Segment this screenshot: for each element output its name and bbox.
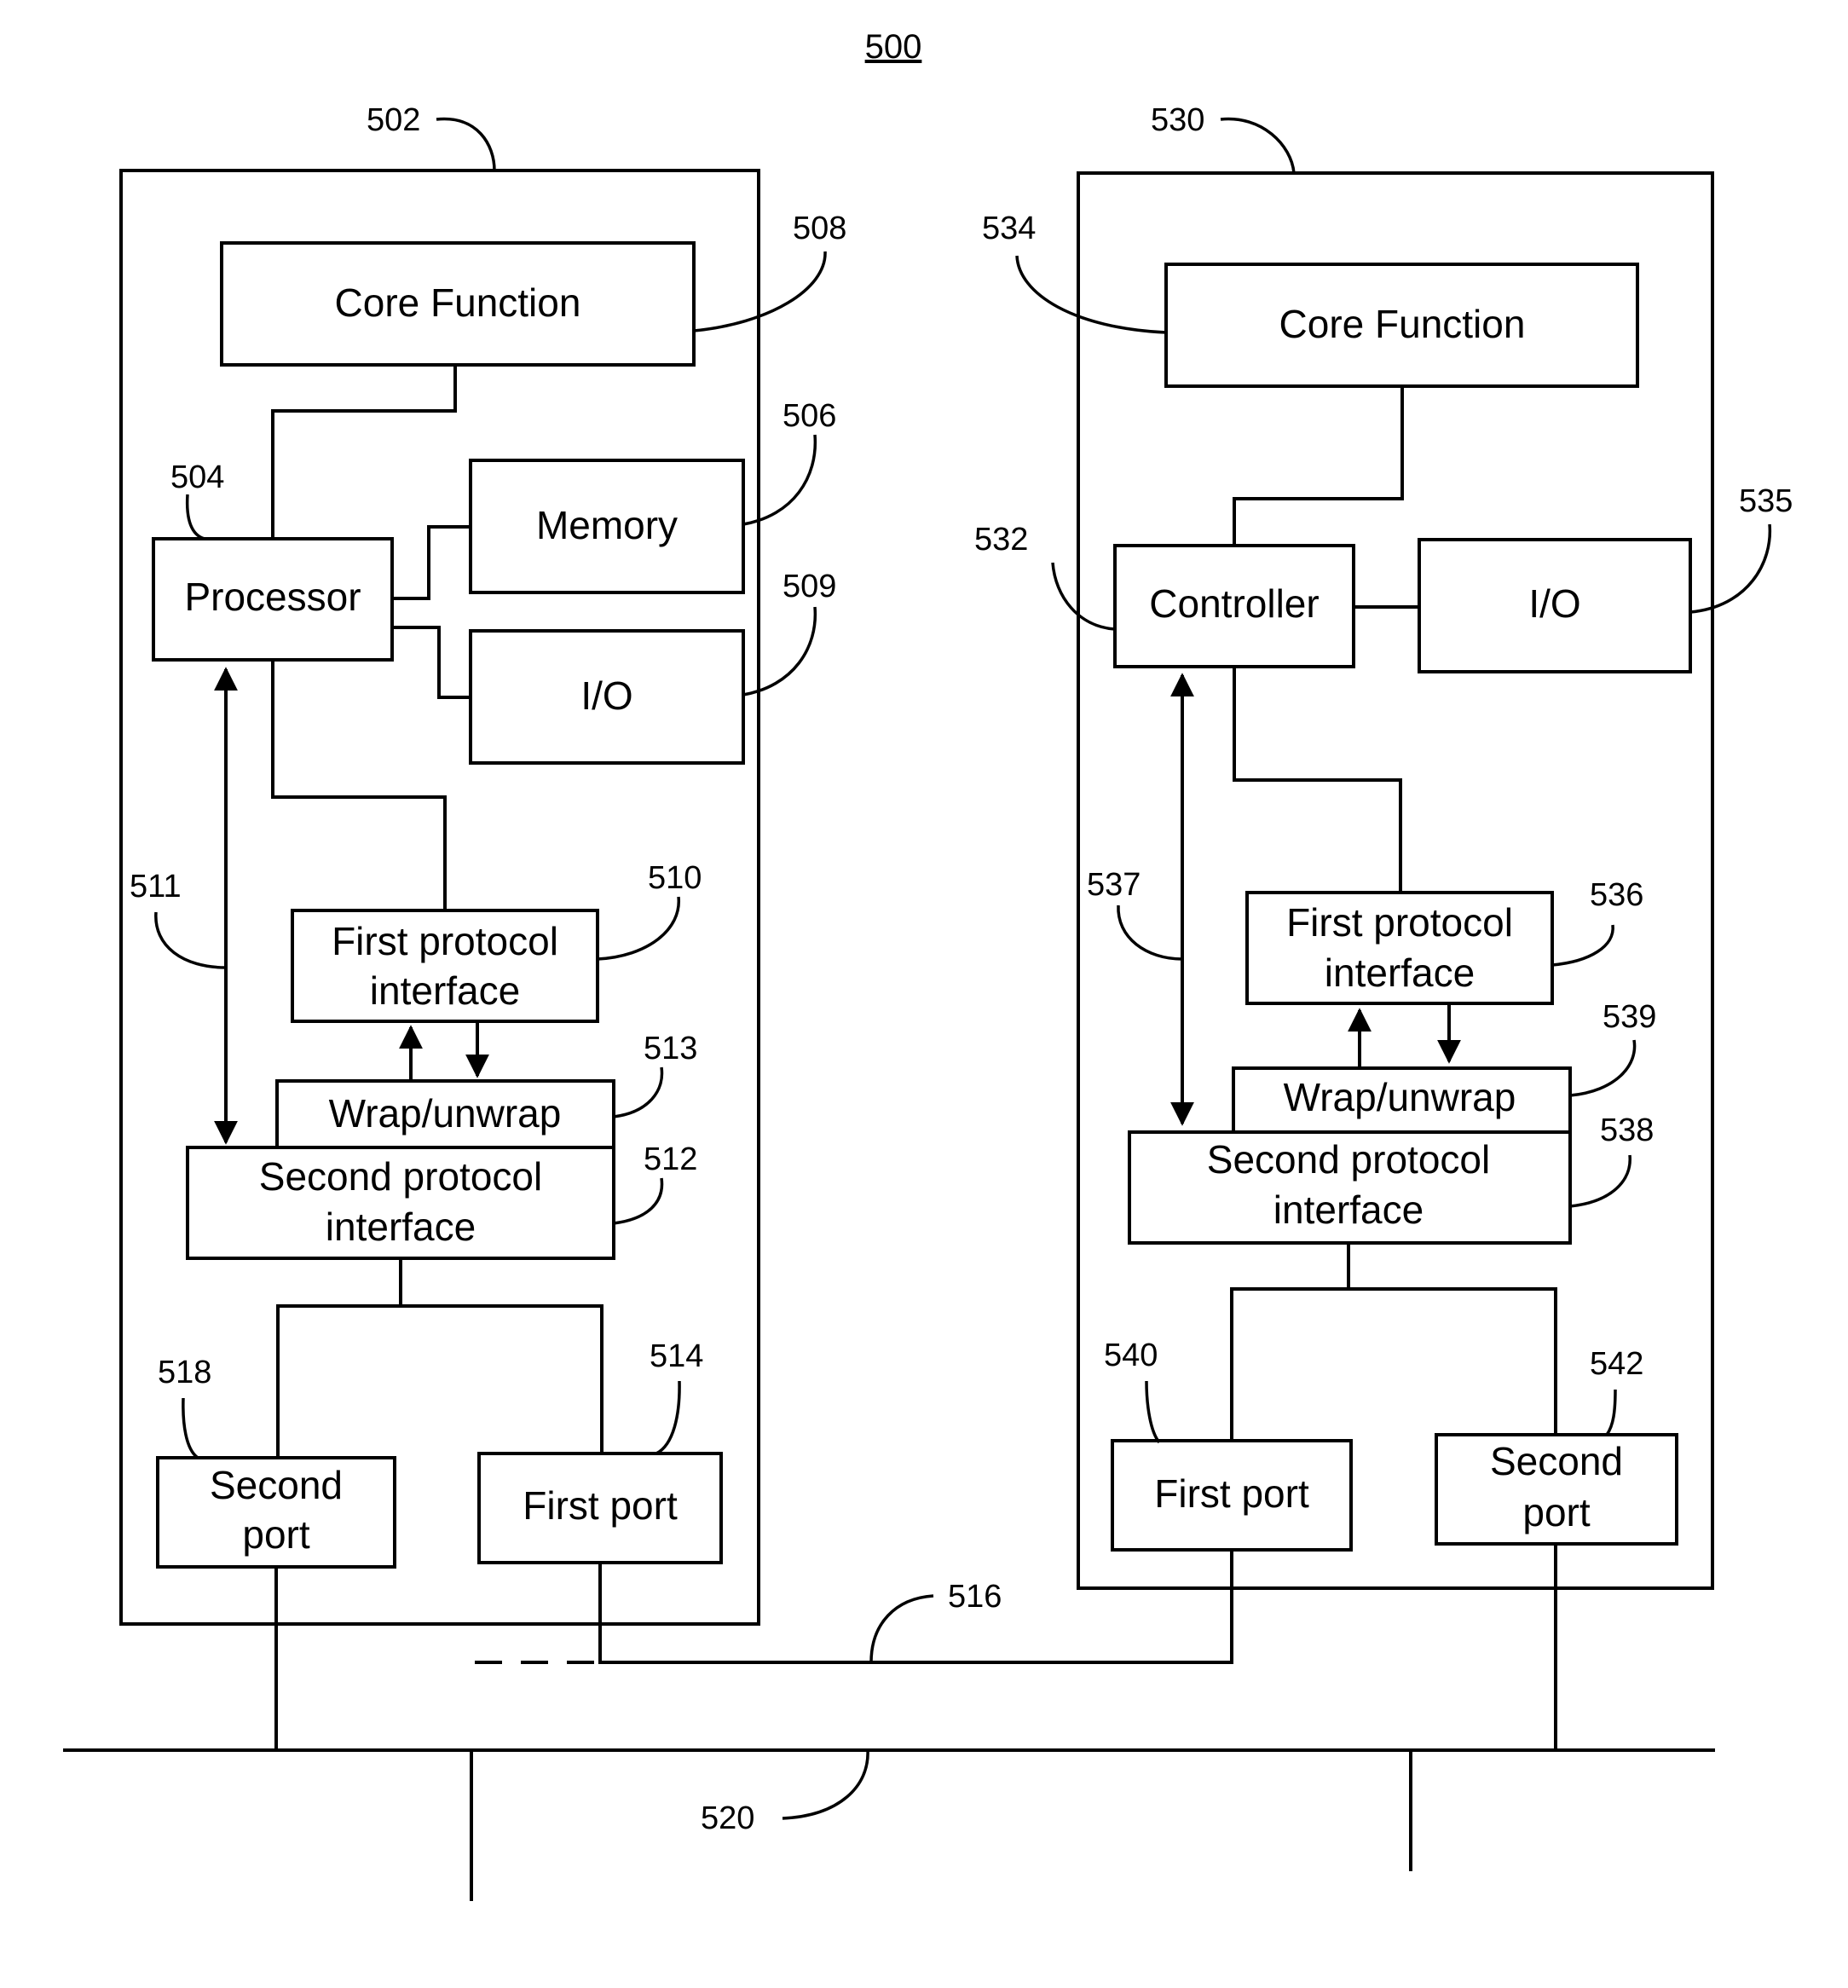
wrap-unwrap-label-left: Wrap/unwrap [329,1091,562,1136]
leader-537 [1117,904,1183,961]
ref-532: 532 [974,522,1028,558]
second-port-line1-right: Second [1490,1439,1623,1483]
wire-processor-memory [392,525,471,600]
ref-540: 540 [1104,1338,1158,1373]
leader-532 [1051,562,1116,631]
memory-label: Memory [536,503,678,547]
ref-535: 535 [1739,483,1793,519]
wire-controller-fpi [1233,667,1402,893]
ref-530: 530 [1151,102,1204,138]
link-first-ports [598,1550,1233,1664]
ref-539: 539 [1603,999,1656,1035]
spi-line2-left: interface [326,1205,476,1249]
ref-534: 534 [982,211,1036,246]
ref-504: 504 [170,459,224,495]
leader-513 [613,1066,664,1118]
ref-542: 542 [1590,1346,1643,1382]
first-port-label-left: First port [523,1483,678,1528]
leader-516 [869,1594,934,1663]
spi-line1-right: Second protocol [1207,1137,1490,1182]
leader-542 [1605,1389,1617,1436]
ref-516: 516 [948,1579,1002,1615]
core-function-label-right: Core Function [1279,302,1526,346]
wire-processor-fpi [271,660,447,910]
ref-509: 509 [783,569,836,604]
ref-511: 511 [130,869,182,904]
leader-534 [1015,255,1167,334]
device-left: 502 Core Function 508 Processor 504 Memo… [119,102,846,1626]
wire-spi-ports-left [276,1258,603,1458]
io-label-right: I/O [1528,581,1580,626]
second-port-line1-left: Second [210,1463,343,1507]
wire-core-processor [271,365,457,539]
ref-536: 536 [1590,877,1643,913]
ref-502: 502 [367,102,420,138]
device-left-outline [119,169,760,1626]
leader-510 [597,896,680,961]
leader-538 [1569,1154,1631,1208]
io-label-left: I/O [580,673,632,718]
figure-number: 500 [865,28,922,66]
leader-536 [1551,924,1614,967]
processor-label: Processor [184,575,361,619]
ref-537: 537 [1087,867,1141,903]
ref-520: 520 [701,1800,754,1836]
controller-label: Controller [1149,581,1319,626]
ref-510: 510 [648,860,702,896]
wrap-unwrap-label-right: Wrap/unwrap [1284,1075,1516,1119]
leader-504 [185,494,205,540]
leader-511 [154,911,227,969]
core-function-label: Core Function [335,280,581,325]
patent-figure: 500 502 Core Function 508 Processor 504 … [63,28,1793,1901]
first-port-label-right: First port [1154,1471,1309,1516]
wire-processor-io [392,626,471,699]
spi-line1-left: Second protocol [259,1154,542,1199]
leader-518 [182,1397,199,1459]
leader-506 [742,434,817,526]
device-right: 530 Core Function 534 Controller 532 I/O… [974,102,1793,1590]
leader-509 [742,606,817,696]
leader-512 [613,1177,664,1225]
ref-508: 508 [793,211,846,246]
ref-512: 512 [644,1141,697,1177]
ref-514: 514 [650,1338,703,1374]
bus-520: 520 [63,1544,1715,1901]
wire-core-controller [1233,386,1404,546]
second-port-line2-right: port [1522,1490,1590,1534]
ref-506: 506 [783,398,836,434]
ref-518: 518 [158,1355,211,1390]
fpi-line1-right: First protocol [1286,900,1513,945]
fpi-line2-right: interface [1325,951,1475,995]
leader-535 [1689,523,1772,614]
ref-538: 538 [1600,1112,1654,1148]
fpi-line1-left: First protocol [332,919,558,963]
leader-540 [1145,1380,1161,1444]
point-to-point-link-516: 516 [475,1550,1233,1664]
fpi-line2-left: interface [370,968,520,1013]
second-port-line2-left: port [242,1512,309,1557]
leader-520 [782,1749,869,1820]
ref-513: 513 [644,1031,697,1066]
leader-502 [436,117,496,171]
leader-514 [655,1380,681,1455]
leader-530 [1220,117,1296,174]
spi-line2-right: interface [1273,1188,1424,1232]
wire-spi-ports-right [1230,1243,1557,1441]
leader-539 [1569,1039,1637,1097]
